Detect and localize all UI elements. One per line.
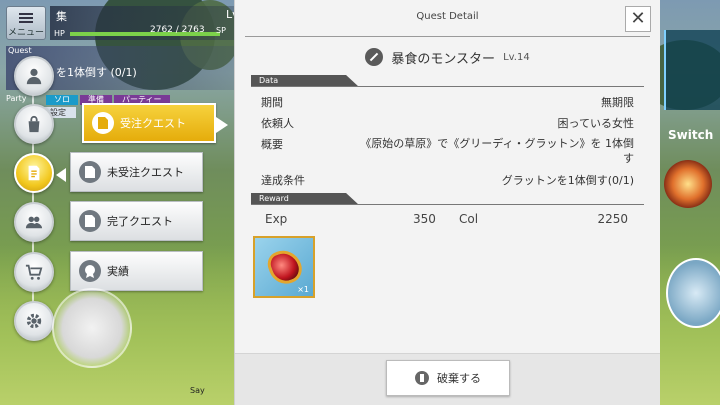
submenu-accepted-quests[interactable]: 受注クエスト — [82, 103, 228, 143]
divider — [251, 86, 644, 87]
row-key: 期間 — [261, 96, 283, 109]
close-icon: ✕ — [630, 8, 646, 29]
reward-row: Exp 350 Col 2250 — [265, 212, 628, 228]
quest-list-icon — [79, 161, 101, 183]
data-row-condition: 達成条件 グラットンを1体倒す(0/1) — [261, 172, 634, 188]
menu-item-button[interactable] — [14, 104, 54, 144]
hp-value: 2762 / 2763 — [150, 25, 205, 35]
col-value: 2250 — [597, 212, 628, 226]
document-icon — [28, 165, 40, 181]
row-value: グラットンを1体倒す(0/1) — [501, 174, 634, 187]
party-tab-solo[interactable]: ソロ — [46, 95, 78, 105]
menu-character-button[interactable] — [14, 56, 54, 96]
attack-button[interactable] — [666, 258, 720, 328]
virtual-joystick[interactable] — [52, 288, 132, 368]
row-value: 《原始の草原》で《グリーディ・グラットン》を 1体倒す — [360, 137, 634, 165]
row-key: 達成条件 — [261, 174, 305, 187]
data-row-summary: 概要 《原始の草原》で《グリーディ・グラットン》を 1体倒す — [261, 136, 634, 166]
quest-detail-dialog: Quest Detail ✕ 暴食のモンスター Lv.14 Data 期間 無期… — [234, 0, 660, 405]
data-row-client: 依頼人 困っている女性 — [261, 115, 634, 131]
menu-label: メニュー — [7, 28, 44, 38]
bag-icon — [28, 115, 40, 133]
quest-level: Lv.14 — [503, 51, 530, 63]
hp-label: HP — [54, 29, 65, 38]
menu-button[interactable]: メニュー — [6, 6, 46, 40]
gear-icon — [26, 313, 42, 329]
gem-icon — [264, 245, 306, 289]
submenu-achievements[interactable]: 実績 — [70, 251, 203, 291]
submenu-label: 受注クエスト — [120, 117, 186, 130]
skill-orb[interactable] — [664, 160, 712, 208]
say-label: Say — [190, 386, 205, 395]
exp-value: 350 — [413, 212, 436, 226]
col-label: Col — [459, 212, 479, 226]
row-key: 依頼人 — [261, 117, 294, 130]
person-icon — [26, 68, 42, 85]
exp-label: Exp — [265, 212, 288, 226]
dialog-title: Quest Detail — [416, 11, 479, 22]
discard-button[interactable]: 破棄する — [386, 360, 510, 396]
menu-shop-button[interactable] — [14, 252, 54, 292]
discard-label: 破棄する — [437, 372, 481, 385]
player-name: 集 — [56, 10, 67, 23]
cart-icon — [25, 264, 43, 280]
data-row-period: 期間 無期限 — [261, 94, 634, 110]
submenu-label: 未受注クエスト — [107, 166, 184, 179]
hamburger-icon — [19, 13, 33, 23]
completed-list-icon — [79, 210, 101, 232]
menu-friends-button[interactable] — [14, 202, 54, 242]
friends-icon — [25, 216, 43, 229]
minimap[interactable] — [664, 30, 720, 110]
quest-tracker-text: を1体倒す (0/1) — [56, 66, 137, 79]
quest-tracker-header: Quest — [8, 46, 32, 55]
medal-icon — [79, 260, 101, 282]
right-hud: Switch — [660, 0, 720, 405]
switch-label[interactable]: Switch — [668, 128, 713, 142]
row-key: 概要 — [261, 138, 283, 151]
reward-item[interactable]: ×1 — [253, 236, 315, 298]
item-quantity: ×1 — [297, 285, 309, 294]
submenu-completed-quests[interactable]: 完了クエスト — [70, 201, 203, 241]
quest-heading: 暴食のモンスター Lv.14 — [235, 46, 660, 68]
divider — [251, 204, 644, 205]
submenu-label: 実績 — [107, 265, 129, 278]
sp-label: SP — [216, 26, 226, 35]
menu-quest-button[interactable] — [14, 153, 54, 193]
quest-name: 暴食のモンスター — [391, 51, 496, 67]
document-icon — [92, 112, 114, 134]
sword-icon — [365, 48, 384, 66]
trash-icon — [415, 371, 429, 385]
player-status: 集 Lv HP 2762 / 2763 — [50, 6, 240, 40]
row-value: 困っている女性 — [557, 117, 634, 130]
divider — [245, 36, 650, 37]
party-label: Party — [6, 94, 27, 103]
submenu-label: 完了クエスト — [107, 215, 173, 228]
menu-pointer — [56, 168, 66, 182]
submenu-unaccepted-quests[interactable]: 未受注クエスト — [70, 152, 203, 192]
close-button[interactable]: ✕ — [625, 6, 651, 32]
row-value: 無期限 — [601, 96, 634, 109]
dialog-footer: 破棄する — [235, 353, 660, 405]
menu-settings-button[interactable] — [14, 301, 54, 341]
